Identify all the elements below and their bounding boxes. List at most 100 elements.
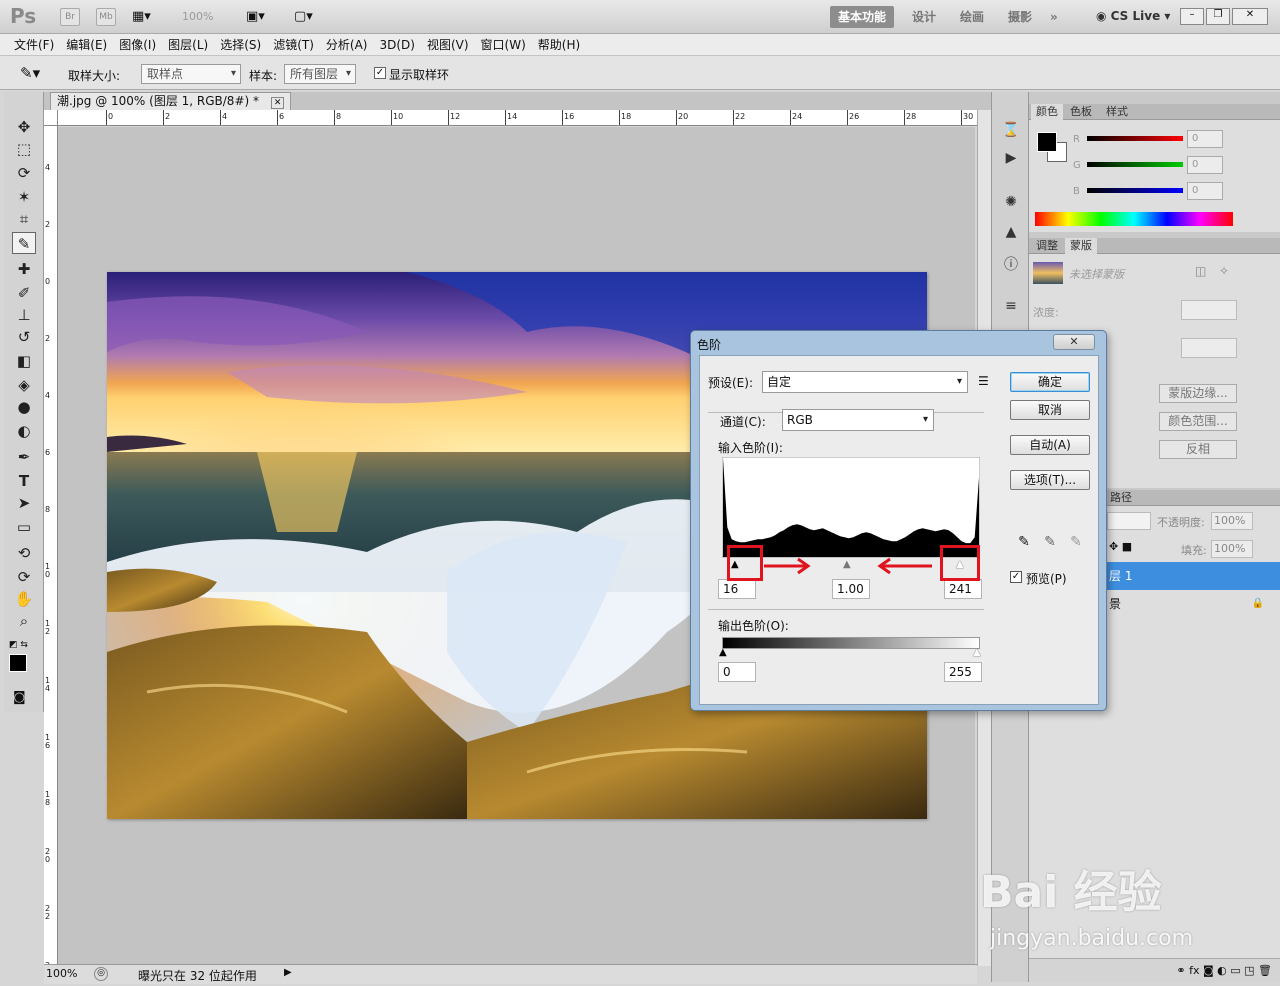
eyedropper-preset-icon[interactable]: ✎▾ <box>20 64 40 82</box>
input-gamma-field[interactable]: 1.00 <box>832 579 870 599</box>
healing-brush-tool-icon[interactable]: ✚ <box>12 258 36 280</box>
input-white-field[interactable]: 241 <box>944 579 982 599</box>
mask-edge-button[interactable]: 蒙版边缘... <box>1159 384 1237 403</box>
red-slider[interactable] <box>1087 136 1183 141</box>
cs-live-menu[interactable]: ◉ CS Live ▾ <box>1096 9 1170 23</box>
path-selection-tool-icon[interactable]: ➤ <box>12 492 36 514</box>
bridge-button[interactable]: Br <box>60 8 80 26</box>
lasso-tool-icon[interactable]: ⟳ <box>12 162 36 184</box>
color-spectrum-ramp[interactable] <box>1035 212 1233 226</box>
green-slider[interactable] <box>1087 162 1183 167</box>
fill-field[interactable]: 100% <box>1211 540 1253 558</box>
input-black-field[interactable]: 16 <box>718 579 756 599</box>
density-field[interactable] <box>1181 300 1237 320</box>
marquee-tool-icon[interactable]: ⬚ <box>12 138 36 160</box>
menu-window[interactable]: 窗口(W) <box>475 34 532 55</box>
shape-tool-icon[interactable]: ▭ <box>12 516 36 538</box>
document-tab[interactable]: 潮.jpg @ 100% (图层 1, RGB/8#) * ✕ <box>50 92 292 110</box>
close-document-icon[interactable]: ✕ <box>270 97 285 109</box>
levels-histogram[interactable] <box>722 457 980 559</box>
status-zoom[interactable]: 100% <box>46 967 88 980</box>
channel-select[interactable]: RGB <box>782 409 934 431</box>
navigator-panel-icon[interactable]: ✺ <box>1001 194 1021 212</box>
invert-button[interactable]: 反相 <box>1159 440 1237 459</box>
gray-point-eyedropper-icon[interactable]: ✎ <box>1042 534 1058 552</box>
close-window-button[interactable]: ✕ <box>1232 8 1268 25</box>
lock-icons[interactable]: ✥ ■ <box>1109 540 1132 553</box>
foreground-color-swatch[interactable] <box>9 654 27 672</box>
black-point-eyedropper-icon[interactable]: ✎ <box>1016 534 1032 552</box>
opacity-field[interactable]: 100% <box>1211 512 1253 530</box>
cancel-button[interactable]: 取消 <box>1010 400 1090 420</box>
menu-analysis[interactable]: 分析(A) <box>320 34 374 55</box>
paint-bucket-tool-icon[interactable]: ◈ <box>12 374 36 396</box>
mini-bridge-button[interactable]: Mb <box>96 8 116 26</box>
menu-select[interactable]: 选择(S) <box>214 34 267 55</box>
layer-row-background[interactable]: 景 🔒 <box>1105 590 1280 618</box>
type-tool-icon[interactable]: T <box>12 470 36 492</box>
minimize-button[interactable]: – <box>1180 8 1204 25</box>
zoom-level-menu[interactable]: 100% <box>182 10 213 23</box>
output-black-slider[interactable]: ▲ <box>719 647 727 658</box>
screen-mode-icon[interactable]: ▢▾ <box>294 9 313 24</box>
tab-adjustments[interactable]: 调整 <box>1031 238 1063 254</box>
white-point-eyedropper-icon[interactable]: ✎ <box>1068 534 1084 552</box>
menu-help[interactable]: 帮助(H) <box>532 34 586 55</box>
layers-footer-icons[interactable]: ⚭ fx ◙ ◐ ▭ ◳ 🗑 <box>1029 958 1280 982</box>
color-foreground-swatch[interactable] <box>1037 132 1057 152</box>
actions-panel-icon[interactable]: ▶ <box>1001 150 1021 168</box>
sample-size-select[interactable]: 取样点 <box>141 64 241 84</box>
output-white-slider[interactable]: ▲ <box>973 647 981 658</box>
hand-tool-icon[interactable]: ✋ <box>12 588 36 610</box>
brushes-panel-icon[interactable]: ≡ <box>1001 298 1021 316</box>
blue-value-field[interactable]: 0 <box>1187 182 1223 200</box>
feather-field[interactable] <box>1181 338 1237 358</box>
crop-tool-icon[interactable]: ⌗ <box>12 208 36 230</box>
blur-tool-icon[interactable]: ● <box>12 396 36 418</box>
sample-select[interactable]: 所有图层 <box>284 64 356 84</box>
menu-edit[interactable]: 编辑(E) <box>60 34 113 55</box>
quick-mask-icon[interactable]: ◙ <box>13 690 26 705</box>
clone-stamp-tool-icon[interactable]: ⊥ <box>12 304 36 326</box>
default-colors-icon[interactable]: ◩ ⇆ <box>9 640 28 650</box>
add-vector-mask-icon[interactable]: ✧ <box>1219 264 1229 278</box>
output-black-field[interactable]: 0 <box>718 662 756 682</box>
blue-slider[interactable] <box>1087 188 1183 193</box>
tab-styles[interactable]: 样式 <box>1101 104 1133 120</box>
history-brush-tool-icon[interactable]: ↺ <box>12 326 36 348</box>
color-range-button[interactable]: 颜色范围... <box>1159 412 1237 431</box>
auto-button[interactable]: 自动(A) <box>1010 435 1090 455</box>
workspace-photography[interactable]: 摄影 <box>1008 6 1032 28</box>
options-button[interactable]: 选项(T)... <box>1010 470 1090 490</box>
view-extras-icon[interactable]: ▦▾ <box>132 9 164 25</box>
menu-filter[interactable]: 滤镜(T) <box>267 34 320 55</box>
add-pixel-mask-icon[interactable]: ◫ <box>1195 264 1206 278</box>
brush-tool-icon[interactable]: ✐ <box>12 282 36 304</box>
menu-image[interactable]: 图像(I) <box>113 34 162 55</box>
output-white-field[interactable]: 255 <box>944 662 982 682</box>
zoom-tool-icon[interactable]: ⌕ <box>12 610 36 632</box>
preview-checkbox[interactable]: ✓ <box>1010 571 1022 583</box>
tab-masks[interactable]: 蒙版 <box>1065 238 1097 254</box>
magic-wand-tool-icon[interactable]: ✶ <box>12 186 36 208</box>
levels-dialog-close-button[interactable]: ✕ <box>1053 334 1095 350</box>
arrange-documents-icon[interactable]: ▣▾ <box>246 9 265 24</box>
preset-options-icon[interactable]: ☰ <box>978 374 989 388</box>
3d-rotate-tool-icon[interactable]: ⟲ <box>12 542 36 564</box>
3d-orbit-tool-icon[interactable]: ⟳ <box>12 566 36 588</box>
dodge-tool-icon[interactable]: ◐ <box>12 420 36 442</box>
green-value-field[interactable]: 0 <box>1187 156 1223 174</box>
workspace-more[interactable]: » <box>1050 6 1058 28</box>
tab-color[interactable]: 颜色 <box>1031 104 1063 120</box>
pen-tool-icon[interactable]: ✒ <box>12 446 36 468</box>
info-panel-icon[interactable]: ⓘ <box>1001 254 1021 273</box>
layer-row-layer1[interactable]: 层 1 <box>1105 562 1280 590</box>
menu-view[interactable]: 视图(V) <box>421 34 475 55</box>
show-ring-checkbox[interactable]: ✓ <box>374 67 386 79</box>
eraser-tool-icon[interactable]: ◧ <box>12 350 36 372</box>
menu-3d[interactable]: 3D(D) <box>373 34 420 55</box>
menu-file[interactable]: 文件(F) <box>8 34 60 55</box>
histogram-panel-icon[interactable]: ▲ <box>1001 224 1021 242</box>
history-panel-icon[interactable]: ⌛ <box>1001 122 1021 140</box>
move-tool-icon[interactable]: ✥ <box>12 116 36 138</box>
